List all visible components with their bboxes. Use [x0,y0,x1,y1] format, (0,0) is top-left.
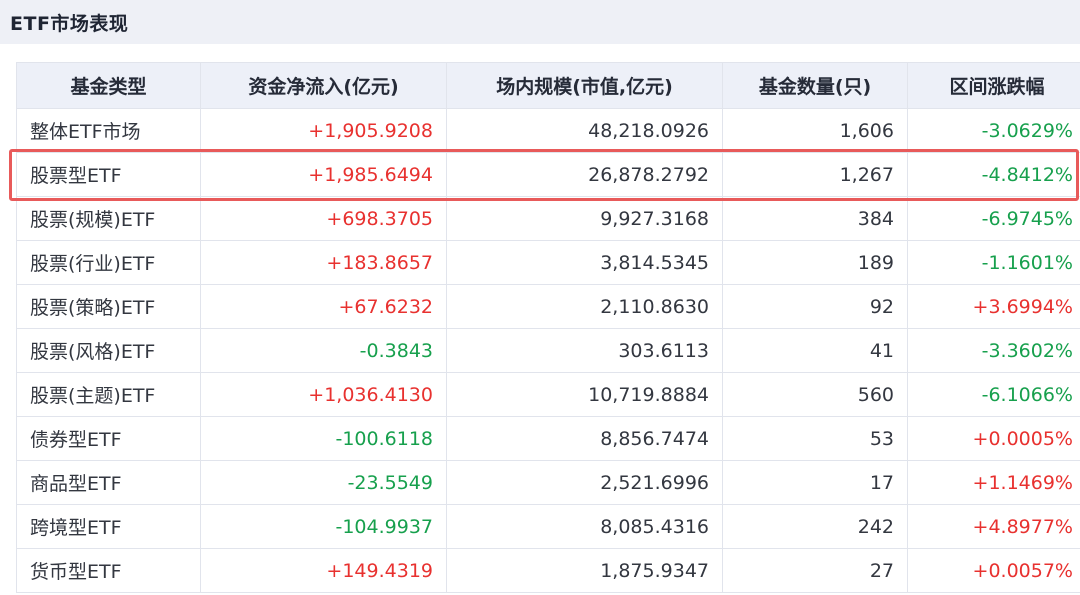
column-header-market-size[interactable]: 场内规模(市值,亿元) [446,62,723,109]
fund-type-cell: 商品型ETF [16,460,201,505]
table-row[interactable]: 股票(规模)ETF +698.3705 9,927.3168 384 -6.9745% [16,196,1080,241]
period-change-cell: +0.0057% [907,548,1080,593]
net-inflow-cell: +1,905.9208 [200,108,447,153]
market-size-cell: 26,878.2792 [446,152,723,197]
net-inflow-cell: +183.8657 [200,240,447,285]
etf-market-table: 基金类型 资金净流入(亿元) 场内规模(市值,亿元) 基金数量(只) 区间涨跌幅… [16,62,1080,593]
period-change-cell: -4.8412% [907,152,1080,197]
fund-type-cell: 整体ETF市场 [16,108,201,153]
market-size-cell: 8,856.7474 [446,416,723,461]
market-size-cell: 303.6113 [446,328,723,373]
fund-type-cell: 股票(规模)ETF [16,196,201,241]
net-inflow-cell: +67.6232 [200,284,447,329]
period-change-cell: -6.1066% [907,372,1080,417]
table-row[interactable]: 货币型ETF +149.4319 1,875.9347 27 +0.0057% [16,548,1080,593]
period-change-cell: +3.6994% [907,284,1080,329]
market-size-cell: 1,875.9347 [446,548,723,593]
fund-type-cell: 债券型ETF [16,416,201,461]
column-header-fund-count[interactable]: 基金数量(只) [722,62,908,109]
fund-type-cell: 股票(风格)ETF [16,328,201,373]
fund-count-cell: 384 [722,196,908,241]
net-inflow-cell: -0.3843 [200,328,447,373]
fund-count-cell: 560 [722,372,908,417]
table-row[interactable]: 股票(行业)ETF +183.8657 3,814.5345 189 -1.1601% [16,240,1080,285]
net-inflow-cell: -104.9937 [200,504,447,549]
column-header-fund-type[interactable]: 基金类型 [16,62,201,109]
fund-count-cell: 27 [722,548,908,593]
panel-title: ETF市场表现 [10,13,129,35]
market-size-cell: 10,719.8884 [446,372,723,417]
net-inflow-cell: -23.5549 [200,460,447,505]
fund-type-cell: 跨境型ETF [16,504,201,549]
table-body: 整体ETF市场 +1,905.9208 48,218.0926 1,606 -3.062… [16,108,1080,593]
fund-type-cell: 股票(策略)ETF [16,284,201,329]
fund-count-cell: 53 [722,416,908,461]
table-header-row: 基金类型 资金净流入(亿元) 场内规模(市值,亿元) 基金数量(只) 区间涨跌幅 [16,62,1080,109]
fund-count-cell: 41 [722,328,908,373]
fund-count-cell: 17 [722,460,908,505]
table-row[interactable]: 债券型ETF -100.6118 8,856.7474 53 +0.0005% [16,416,1080,461]
panel-header: ETF市场表现 [0,0,1080,44]
table-row[interactable]: 商品型ETF -23.5549 2,521.6996 17 +1.1469% [16,460,1080,505]
fund-type-cell: 货币型ETF [16,548,201,593]
table-row[interactable]: 股票(主题)ETF +1,036.4130 10,719.8884 560 -6.106… [16,372,1080,417]
fund-count-cell: 1,606 [722,108,908,153]
net-inflow-cell: +698.3705 [200,196,447,241]
column-header-net-inflow[interactable]: 资金净流入(亿元) [200,62,447,109]
net-inflow-cell: -100.6118 [200,416,447,461]
net-inflow-cell: +149.4319 [200,548,447,593]
column-header-period-change[interactable]: 区间涨跌幅 [907,62,1080,109]
fund-count-cell: 189 [722,240,908,285]
market-size-cell: 2,521.6996 [446,460,723,505]
period-change-cell: -1.1601% [907,240,1080,285]
period-change-cell: -6.9745% [907,196,1080,241]
period-change-cell: +0.0005% [907,416,1080,461]
table-row[interactable]: 股票(策略)ETF +67.6232 2,110.8630 92 +3.6994% [16,284,1080,329]
fund-count-cell: 1,267 [722,152,908,197]
table-row[interactable]: 整体ETF市场 +1,905.9208 48,218.0926 1,606 -3.062… [16,108,1080,153]
fund-count-cell: 92 [722,284,908,329]
period-change-cell: +1.1469% [907,460,1080,505]
period-change-cell: +4.8977% [907,504,1080,549]
period-change-cell: -3.3602% [907,328,1080,373]
market-size-cell: 8,085.4316 [446,504,723,549]
fund-type-cell: 股票(主题)ETF [16,372,201,417]
net-inflow-cell: +1,985.6494 [200,152,447,197]
market-size-cell: 9,927.3168 [446,196,723,241]
market-size-cell: 2,110.8630 [446,284,723,329]
market-size-cell: 48,218.0926 [446,108,723,153]
period-change-cell: -3.0629% [907,108,1080,153]
market-size-cell: 3,814.5345 [446,240,723,285]
fund-count-cell: 242 [722,504,908,549]
table-row[interactable]: 股票型ETF +1,985.6494 26,878.2792 1,267 -4.8412… [16,152,1080,197]
table-row[interactable]: 股票(风格)ETF -0.3843 303.6113 41 -3.3602% [16,328,1080,373]
fund-type-cell: 股票型ETF [16,152,201,197]
net-inflow-cell: +1,036.4130 [200,372,447,417]
table-row[interactable]: 跨境型ETF -104.9937 8,085.4316 242 +4.8977% [16,504,1080,549]
fund-type-cell: 股票(行业)ETF [16,240,201,285]
